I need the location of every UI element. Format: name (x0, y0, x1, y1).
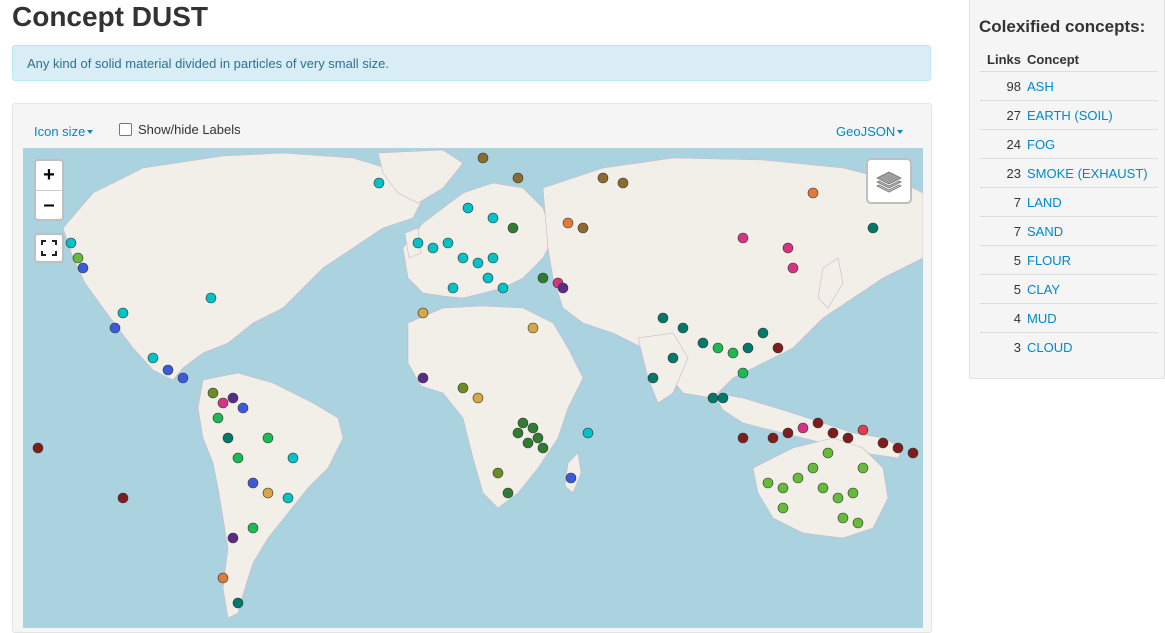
map-toolbar: Icon size Show/hide Labels GeoJSON (13, 104, 931, 148)
caret-down-icon (897, 130, 904, 134)
links-count: 5 (980, 245, 1024, 275)
geojson-label: GeoJSON (836, 124, 896, 139)
land-madagascar (564, 452, 582, 494)
concept-header: Concept (1024, 47, 1158, 72)
table-header-row: Links Concept (980, 47, 1158, 72)
map-panel: Icon size Show/hide Labels GeoJSON + – (12, 103, 932, 633)
concept-description: Any kind of solid material divided in pa… (12, 45, 931, 81)
colexified-title: Colexified concepts: (979, 17, 1146, 36)
geojson-dropdown[interactable]: GeoJSON (836, 124, 904, 139)
links-count: 3 (980, 332, 1024, 361)
show-labels-toggle[interactable]: Show/hide Labels (119, 122, 241, 137)
links-count: 7 (980, 216, 1024, 246)
table-row: 7 SAND (980, 216, 1158, 246)
table-row: 24 FOG (980, 129, 1158, 159)
concept-link-cloud[interactable]: CLOUD (1027, 340, 1073, 355)
concept-link-sand[interactable]: SAND (1027, 224, 1063, 239)
table-row: 23 SMOKE (EXHAUST) (980, 158, 1158, 188)
links-count: 23 (980, 158, 1024, 188)
land-north-america (62, 152, 424, 381)
table-row: 5 CLAY (980, 274, 1158, 304)
zoom-out-button[interactable]: – (36, 191, 62, 220)
concept-link-fog[interactable]: FOG (1027, 137, 1055, 152)
table-row: 4 MUD (980, 303, 1158, 333)
layers-icon (876, 171, 902, 193)
show-labels-checkbox[interactable] (119, 123, 132, 136)
links-count: 4 (980, 303, 1024, 333)
links-count: 27 (980, 100, 1024, 130)
table-row: 3 CLOUD (980, 332, 1158, 361)
concept-link-earth-soil[interactable]: EARTH (SOIL) (1027, 108, 1113, 123)
colexified-table: Links Concept 98 ASH 27 EARTH (SOIL) 24 FOG… (980, 47, 1158, 361)
fullscreen-icon (41, 240, 57, 256)
links-count: 98 (980, 71, 1024, 101)
land-africa (407, 305, 584, 509)
concept-link-ash[interactable]: ASH (1027, 79, 1054, 94)
concept-link-mud[interactable]: MUD (1027, 311, 1057, 326)
concept-link-clay[interactable]: CLAY (1027, 282, 1060, 297)
fullscreen-button[interactable] (34, 233, 64, 263)
table-row: 27 EARTH (SOIL) (980, 100, 1158, 130)
links-count: 7 (980, 187, 1024, 217)
show-labels-label: Show/hide Labels (138, 122, 241, 137)
colexified-concepts-panel: Colexified concepts: Links Concept 98 ASH… (969, 0, 1165, 379)
map-tiles (32, 149, 923, 619)
page-title: Concept DUST (12, 1, 208, 32)
caret-down-icon (87, 130, 94, 134)
icon-size-label: Icon size (34, 124, 86, 139)
links-count: 24 (980, 129, 1024, 159)
links-count: 5 (980, 274, 1024, 304)
table-row: 7 LAND (980, 187, 1158, 217)
table-row: 5 FLOUR (980, 245, 1158, 275)
concept-link-smoke[interactable]: SMOKE (EXHAUST) (1027, 166, 1148, 181)
land-europe (402, 182, 554, 299)
zoom-in-button[interactable]: + (36, 161, 62, 191)
table-row: 98 ASH (980, 71, 1158, 101)
icon-size-dropdown[interactable]: Icon size (34, 124, 94, 139)
concept-link-flour[interactable]: FLOUR (1027, 253, 1071, 268)
concept-link-land[interactable]: LAND (1027, 195, 1062, 210)
world-map[interactable]: + – (23, 148, 923, 628)
zoom-control: + – (34, 159, 64, 221)
links-header: Links (980, 47, 1024, 72)
layers-button[interactable] (866, 158, 912, 204)
